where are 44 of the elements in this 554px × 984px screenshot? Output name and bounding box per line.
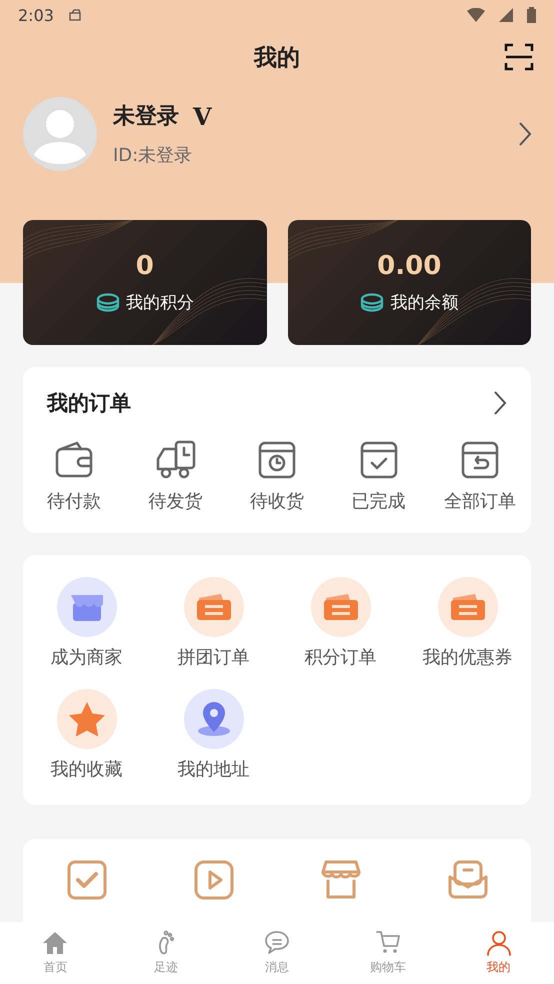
wallet-card[interactable]: 0 我的积分 xyxy=(23,220,266,345)
order-status-item[interactable]: 全部订单 xyxy=(429,439,531,513)
avatar[interactable] xyxy=(23,97,97,171)
page-title: 我的 xyxy=(254,44,300,72)
shop-icon xyxy=(320,859,362,901)
order-status-item[interactable]: 待发货 xyxy=(124,439,226,513)
box-return-icon xyxy=(459,439,502,481)
service-item[interactable]: 我的地址 xyxy=(150,689,277,781)
checkbox-icon xyxy=(66,859,108,901)
order-status-item[interactable]: 待收货 xyxy=(226,439,328,513)
wallet-card[interactable]: 0.00 我的余额 xyxy=(288,220,531,345)
wallet-value: 0 xyxy=(136,251,154,281)
envelope-icon xyxy=(446,859,488,901)
truck-clock-icon xyxy=(154,439,196,481)
service-item[interactable]: 积分订单 xyxy=(277,577,404,669)
coins-icon xyxy=(96,292,120,312)
coins-icon xyxy=(360,292,384,312)
vip-label: V xyxy=(193,102,212,130)
home-icon xyxy=(42,930,68,956)
user-icon xyxy=(486,930,512,956)
user-name: 未登录 xyxy=(113,103,179,131)
chevron-right-icon[interactable] xyxy=(518,121,532,147)
status-time: 2:03 xyxy=(18,6,54,24)
orders-title: 我的订单 xyxy=(47,390,131,417)
tab[interactable]: 我的 xyxy=(443,922,554,984)
cart-icon xyxy=(374,930,401,956)
wallet-label: 我的余额 xyxy=(390,292,458,314)
service-item[interactable]: 我的收藏 xyxy=(23,689,150,781)
service-item[interactable]: 成为商家 xyxy=(23,577,150,669)
chevron-right-icon[interactable] xyxy=(493,390,507,416)
user-id: ID:未登录 xyxy=(113,144,194,167)
service-item[interactable]: 拼团订单 xyxy=(150,577,277,669)
play-icon xyxy=(192,859,234,901)
signal-icon xyxy=(499,8,513,22)
order-status-item[interactable]: 已完成 xyxy=(328,439,430,513)
scan-button[interactable] xyxy=(504,42,534,72)
wallet-value: 0.00 xyxy=(377,251,442,281)
chat-icon xyxy=(264,930,290,956)
wifi-icon xyxy=(467,8,485,22)
service-item[interactable]: 我的优惠券 xyxy=(404,577,531,669)
battery-icon xyxy=(527,7,536,23)
order-status-item[interactable]: 待付款 xyxy=(23,439,125,513)
wallet-label: 我的积分 xyxy=(126,292,194,314)
notification-icon xyxy=(68,8,82,22)
